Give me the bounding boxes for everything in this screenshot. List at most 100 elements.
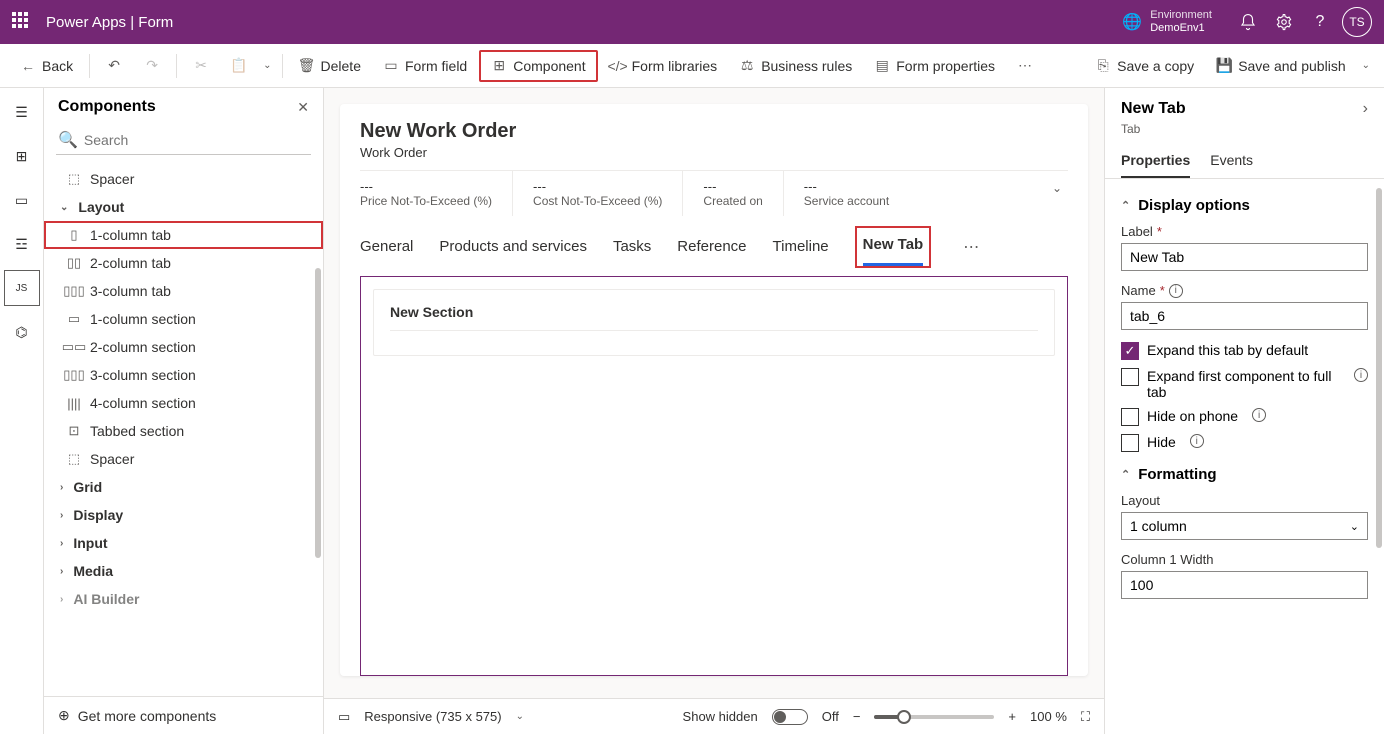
tree-item-tabbed-section[interactable]: ⊡Tabbed section [44, 417, 323, 445]
undo-button[interactable]: ↶ [96, 52, 132, 80]
component-button[interactable]: ⊞Component [479, 50, 597, 82]
info-icon[interactable]: i [1354, 368, 1368, 382]
form-properties-button[interactable]: ▤Form properties [864, 52, 1005, 80]
checkbox-hide-phone[interactable]: Hide on phone i [1121, 408, 1368, 426]
info-icon[interactable]: i [1190, 434, 1204, 448]
checkbox-hide[interactable]: Hide i [1121, 434, 1368, 452]
form-field-button[interactable]: ▭Form field [373, 52, 477, 80]
more-icon: ⋯ [1017, 58, 1033, 74]
form-tabs: General Products and services Tasks Refe… [360, 216, 1068, 268]
get-more-components[interactable]: ⊕Get more components [44, 696, 323, 734]
zoom-slider[interactable] [874, 715, 994, 719]
props-tab-properties[interactable]: Properties [1121, 144, 1190, 178]
tree-item-3col-tab[interactable]: ▯▯▯3-column tab [44, 277, 323, 305]
col1-width-input[interactable] [1121, 571, 1368, 599]
tab-reference[interactable]: Reference [677, 230, 746, 265]
back-icon: ← [20, 58, 36, 74]
scrollbar[interactable] [1376, 188, 1382, 548]
props-title: New Tab [1121, 100, 1186, 118]
tab-general[interactable]: General [360, 230, 413, 265]
tab-timeline[interactable]: Timeline [773, 230, 829, 265]
tree-group-media[interactable]: ›Media [44, 557, 323, 585]
show-hidden-toggle[interactable] [772, 709, 808, 725]
user-avatar[interactable]: TS [1342, 7, 1372, 37]
section-display-options[interactable]: ⌃Display options [1121, 197, 1368, 214]
save-publish-dropdown[interactable]: ⌄ [1358, 60, 1374, 71]
paste-button[interactable]: 📋 [221, 52, 257, 80]
redo-button[interactable]: ↷ [134, 52, 170, 80]
overflow-button[interactable]: ⋯ [1007, 52, 1043, 80]
tree-item-2col-section[interactable]: ▭▭2-column section [44, 333, 323, 361]
fit-icon[interactable]: ⛶ [1081, 709, 1090, 725]
header-chevron-icon[interactable]: ⌄ [1052, 181, 1062, 195]
2col-icon: ▯▯ [66, 255, 82, 271]
add-icon: ⊕ [58, 707, 70, 724]
notifications-icon[interactable] [1230, 4, 1266, 40]
paste-dropdown[interactable]: ⌄ [259, 60, 275, 71]
undo-icon: ↶ [106, 58, 122, 74]
info-icon[interactable]: i [1252, 408, 1266, 422]
checkbox-expand-first[interactable]: Expand first component to full tabi [1121, 368, 1368, 400]
save-publish-icon: 💾 [1216, 58, 1232, 74]
field-icon[interactable]: ▭ [4, 182, 40, 218]
checkbox-expand-default[interactable]: ✓Expand this tab by default [1121, 342, 1368, 360]
form-libraries-button[interactable]: </>Form libraries [600, 52, 728, 80]
props-tab-events[interactable]: Events [1210, 144, 1253, 178]
tab-tasks[interactable]: Tasks [613, 230, 651, 265]
tab-new[interactable]: New Tab [863, 228, 924, 266]
layers-icon[interactable]: ☲ [4, 226, 40, 262]
tree-group-aibuilder[interactable]: ›AI Builder [44, 585, 323, 613]
info-icon[interactable]: i [1169, 284, 1183, 298]
back-button[interactable]: ←Back [10, 52, 83, 80]
tree-item-2col-tab[interactable]: ▯▯2-column tab [44, 249, 323, 277]
save-publish-button[interactable]: 💾Save and publish [1206, 52, 1355, 80]
search-input[interactable] [84, 132, 309, 148]
header-field[interactable]: ---Price Not-To-Exceed (%) [360, 171, 513, 216]
tree-item-4col-section[interactable]: ||||4-column section [44, 389, 323, 417]
settings-icon[interactable] [1266, 4, 1302, 40]
responsive-label[interactable]: Responsive (735 x 575) [364, 709, 501, 724]
chevron-up-icon: ⌃ [1121, 199, 1130, 212]
environment-label: Environment [1150, 9, 1212, 22]
cut-button[interactable]: ✂ [183, 52, 219, 80]
search-box[interactable]: 🔍 [56, 126, 311, 155]
zoom-out-icon[interactable]: − [853, 709, 861, 724]
app-launcher-icon[interactable] [12, 12, 32, 32]
environment-picker[interactable]: 🌐 Environment DemoEnv1 [1122, 9, 1212, 35]
tab-content[interactable]: New Section [360, 276, 1068, 676]
tabs-overflow-icon[interactable]: ⋯ [957, 231, 985, 263]
chevron-down-icon[interactable]: ⌄ [516, 711, 524, 722]
name-input[interactable] [1121, 302, 1368, 330]
tree-group-layout[interactable]: ⌄Layout [44, 193, 323, 221]
business-rules-button[interactable]: ⚖Business rules [729, 52, 862, 80]
tree-item-1col-tab[interactable]: ▯1-column tab [44, 221, 323, 249]
header-field[interactable]: ---Created on [703, 171, 783, 216]
hamburger-icon[interactable]: ☰ [4, 94, 40, 130]
tree-group-input[interactable]: ›Input [44, 529, 323, 557]
zoom-in-icon[interactable]: + [1008, 709, 1016, 724]
tab-products[interactable]: Products and services [439, 230, 587, 265]
header-field[interactable]: ---Service account [804, 171, 909, 216]
tree-item-3col-section[interactable]: ▯▯▯3-column section [44, 361, 323, 389]
label-input[interactable] [1121, 243, 1368, 271]
delete-button[interactable]: 🗑Delete [289, 52, 371, 80]
cut-icon: ✂ [193, 58, 209, 74]
js-icon[interactable]: JS [4, 270, 40, 306]
tree-item-spacer2[interactable]: ⬚Spacer [44, 445, 323, 473]
tree-group-display[interactable]: ›Display [44, 501, 323, 529]
close-panel-icon[interactable]: ✕ [297, 99, 309, 116]
tree-item-1col-section[interactable]: ▭1-column section [44, 305, 323, 333]
scrollbar[interactable] [315, 268, 321, 558]
flow-icon[interactable]: ⌬ [4, 314, 40, 350]
save-copy-button[interactable]: ⎘Save a copy [1085, 52, 1204, 80]
chevron-right-icon[interactable]: › [1363, 100, 1368, 118]
tree-icon[interactable]: ⊞ [4, 138, 40, 174]
header-field[interactable]: ---Cost Not-To-Exceed (%) [533, 171, 683, 216]
name-label: Name* i [1121, 283, 1368, 298]
form-section[interactable]: New Section [373, 289, 1055, 356]
tree-item-spacer[interactable]: ⬚Spacer [44, 165, 323, 193]
tree-group-grid[interactable]: ›Grid [44, 473, 323, 501]
layout-select[interactable]: 1 column⌄ [1121, 512, 1368, 540]
section-formatting[interactable]: ⌃Formatting [1121, 466, 1368, 483]
help-icon[interactable]: ? [1302, 4, 1338, 40]
